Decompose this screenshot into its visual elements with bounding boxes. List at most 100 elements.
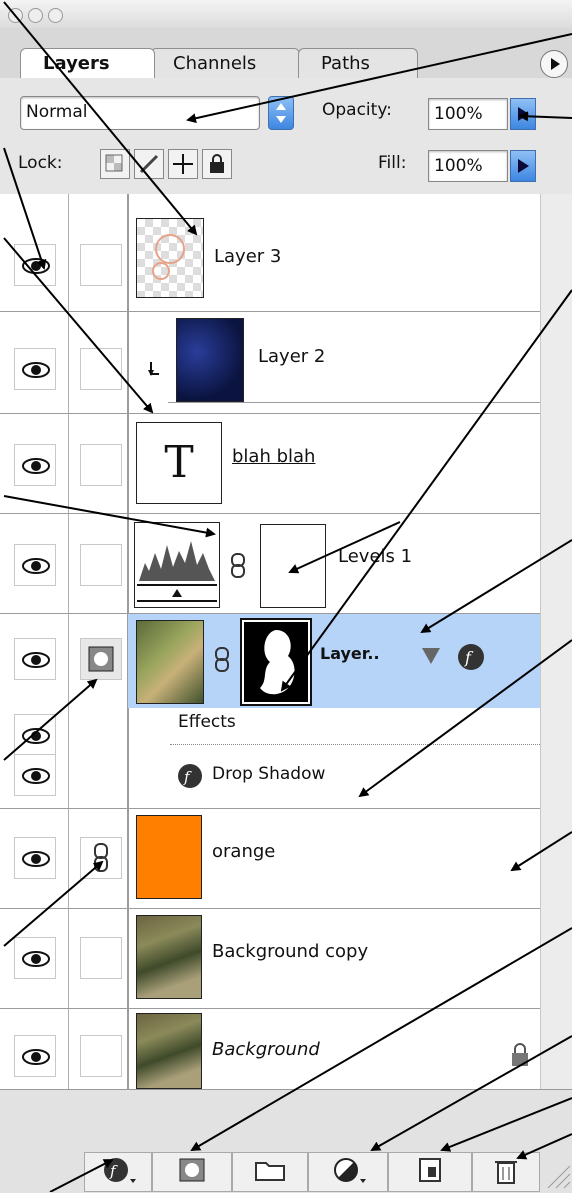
histogram-icon <box>137 541 217 602</box>
chain-link-icon <box>231 553 245 578</box>
layer-thumbnail <box>176 318 244 402</box>
chain-link-icon <box>215 647 229 672</box>
link-toggle[interactable] <box>80 444 122 486</box>
resize-grip-icon[interactable] <box>542 1160 572 1190</box>
add-layer-style-button[interactable]: f <box>84 1152 152 1192</box>
close-window-button[interactable] <box>8 8 23 23</box>
layer-row[interactable]: T blah blah <box>0 414 540 514</box>
play-arrow-icon <box>518 107 529 121</box>
chain-link-icon <box>94 843 108 872</box>
layer-style-icon: f <box>458 644 484 670</box>
link-toggle[interactable] <box>80 1035 122 1077</box>
drop-shadow-visibility-toggle[interactable] <box>14 754 56 796</box>
lock-transparency-button[interactable] <box>100 149 130 179</box>
delete-layer-button[interactable] <box>472 1152 540 1192</box>
visibility-toggle[interactable] <box>14 837 56 879</box>
layer-name: Levels 1 <box>338 546 413 567</box>
tab-paths[interactable]: Paths <box>298 48 418 78</box>
layer-thumbnail <box>136 915 202 999</box>
tab-channels[interactable]: Channels <box>150 48 300 78</box>
lock-label: Lock: <box>18 153 63 173</box>
layer-name: Background copy <box>212 941 369 962</box>
layer-row[interactable]: orange <box>0 809 540 909</box>
effects-divider <box>170 744 540 745</box>
layer-thumbnail <box>136 815 202 899</box>
blend-mode-value: Normal <box>26 102 88 122</box>
opacity-slider-button[interactable] <box>510 98 536 130</box>
lock-position-button[interactable] <box>168 149 198 179</box>
layer-row[interactable]: Layer 3 <box>0 194 540 312</box>
visibility-toggle[interactable] <box>14 544 56 586</box>
visibility-toggle[interactable] <box>14 1035 56 1077</box>
mask-edit-indicator[interactable] <box>80 638 122 680</box>
panel-menu-button[interactable] <box>540 50 568 78</box>
layer-name: blah blah <box>232 446 316 467</box>
layer-row[interactable]: Background <box>0 1009 540 1089</box>
link-toggle[interactable] <box>80 348 122 390</box>
visibility-toggle[interactable] <box>14 244 56 286</box>
expand-triangle-icon[interactable] <box>420 646 442 666</box>
eye-icon <box>22 558 50 574</box>
effects-header: Effects <box>178 712 236 732</box>
new-layer-set-button[interactable] <box>232 1152 308 1192</box>
visibility-toggle[interactable] <box>14 638 56 680</box>
move-icon <box>173 154 193 174</box>
link-toggle[interactable] <box>80 937 122 979</box>
folder-icon <box>255 1162 285 1181</box>
visibility-toggle[interactable] <box>14 937 56 979</box>
blend-mode-select[interactable]: Normal <box>20 96 260 130</box>
fill-slider-button[interactable] <box>510 150 536 182</box>
layer-row-with-effects[interactable]: Layer.. f Effects f Drop Shadow <box>0 614 540 809</box>
layers-list: Layer 3 Layer 2 T blah blah Levels 1 Lay… <box>0 194 572 1089</box>
mask-icon <box>179 1158 205 1182</box>
layer-style-icon: f <box>104 1158 136 1183</box>
eye-icon <box>22 258 50 274</box>
eye-icon <box>22 851 50 867</box>
lock-pixels-button[interactable] <box>134 149 164 179</box>
fill-label: Fill: <box>378 153 407 173</box>
link-toggle[interactable] <box>80 244 122 286</box>
visibility-toggle[interactable] <box>14 348 56 390</box>
eye-icon <box>22 652 50 668</box>
zoom-window-button[interactable] <box>48 8 63 23</box>
eye-icon <box>22 728 50 744</box>
tab-paths-label: Paths <box>321 53 370 74</box>
blend-mode-stepper[interactable] <box>268 96 294 130</box>
add-layer-mask-button[interactable] <box>152 1152 232 1192</box>
clip-group-divider <box>168 402 540 403</box>
effects-visibility-toggle[interactable] <box>14 714 56 756</box>
mask-thumbnail <box>240 618 312 706</box>
layer-row[interactable]: Background copy <box>0 909 540 1009</box>
tab-layers[interactable]: Layers <box>20 48 155 80</box>
layer-name: orange <box>212 841 276 862</box>
new-adjustment-layer-button[interactable] <box>308 1152 388 1192</box>
minimize-window-button[interactable] <box>28 8 43 23</box>
tab-channels-label: Channels <box>173 53 257 74</box>
clipping-arrow-icon <box>148 362 159 376</box>
tab-layers-label: Layers <box>43 53 110 74</box>
layer-row[interactable]: Levels 1 <box>0 514 540 614</box>
fill-value: 100% <box>434 156 483 176</box>
text-layer-glyph: T <box>164 437 194 488</box>
scrollbar[interactable] <box>540 194 572 1089</box>
layer-thumbnail <box>136 1013 202 1089</box>
silhouette-mask-icon <box>260 630 295 695</box>
lock-all-button[interactable] <box>202 149 232 179</box>
effect-item[interactable]: Drop Shadow <box>212 764 325 784</box>
eye-icon <box>22 951 50 967</box>
fill-input[interactable]: 100% <box>428 150 508 182</box>
trash-icon <box>495 1161 517 1184</box>
mask-icon <box>88 646 114 672</box>
new-layer-button[interactable] <box>388 1152 472 1192</box>
layer-name: Layer 2 <box>258 346 326 367</box>
layer-name: Background <box>212 1039 320 1060</box>
play-arrow-icon <box>518 159 529 173</box>
link-toggle[interactable] <box>80 837 122 879</box>
visibility-toggle[interactable] <box>14 444 56 486</box>
opacity-input[interactable]: 100% <box>428 98 508 130</box>
link-toggle[interactable] <box>80 544 122 586</box>
brush-icon <box>139 154 159 174</box>
layer-row[interactable]: Layer 2 <box>0 312 540 414</box>
layer-thumbnail <box>136 620 204 704</box>
eye-icon <box>22 768 50 784</box>
